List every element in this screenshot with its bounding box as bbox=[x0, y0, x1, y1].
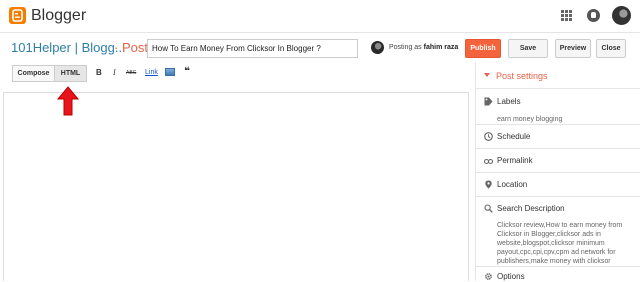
options-title: Options bbox=[497, 272, 525, 281]
permalink-title: Permalink bbox=[497, 156, 533, 165]
preview-button[interactable]: Preview bbox=[555, 39, 591, 58]
caret-down-icon bbox=[484, 73, 490, 77]
top-bar: Blogger bbox=[0, 0, 640, 33]
schedule-section[interactable]: Schedule bbox=[476, 124, 640, 148]
insert-image-icon[interactable] bbox=[165, 68, 175, 76]
quote-button[interactable]: ❝ bbox=[184, 66, 190, 77]
location-title: Location bbox=[497, 180, 528, 189]
labels-value: earn money blogging bbox=[497, 116, 563, 123]
posting-as-label: Posting as bbox=[389, 44, 422, 51]
red-arrow-icon bbox=[57, 86, 79, 116]
labels-title: Labels bbox=[497, 97, 521, 106]
post-settings-panel: Post settings Labels earn money blogging… bbox=[475, 62, 640, 281]
blog-name-link[interactable]: 101Helper | Blogg... bbox=[11, 40, 126, 55]
compose-mode-button[interactable]: Compose bbox=[12, 65, 55, 82]
posting-as-text: Posting as fahim raza bbox=[389, 44, 458, 51]
html-mode-button[interactable]: HTML bbox=[55, 65, 87, 82]
label-tag-icon bbox=[484, 97, 493, 106]
search-icon bbox=[484, 204, 493, 213]
link-chain-icon bbox=[484, 158, 493, 165]
blogger-logo-icon[interactable] bbox=[9, 7, 26, 24]
post-type-label: · Post bbox=[114, 40, 148, 55]
account-avatar[interactable] bbox=[612, 6, 631, 25]
search-description-value: Clicksor review,How to earn money from C… bbox=[497, 222, 623, 265]
author-name: fahim raza bbox=[423, 44, 459, 51]
clock-icon bbox=[484, 132, 493, 141]
search-description-title: Search Description bbox=[497, 204, 565, 213]
labels-section[interactable]: Labels earn money blogging bbox=[476, 88, 640, 126]
post-settings-header[interactable]: Post settings bbox=[484, 71, 548, 81]
link-button[interactable]: Link bbox=[145, 69, 158, 76]
bold-button[interactable]: B bbox=[96, 68, 102, 77]
italic-button[interactable]: I bbox=[113, 68, 116, 77]
post-title-input[interactable] bbox=[147, 39, 358, 58]
editor-mode-switch: Compose HTML bbox=[12, 65, 87, 82]
author-avatar bbox=[371, 41, 384, 54]
apps-grid-icon[interactable] bbox=[561, 10, 572, 21]
save-button[interactable]: Save bbox=[508, 39, 548, 58]
schedule-title: Schedule bbox=[497, 132, 531, 141]
search-description-section[interactable]: Search Description Clicksor review,How t… bbox=[476, 196, 640, 266]
strikethrough-button[interactable]: ABC bbox=[126, 70, 136, 76]
location-pin-icon bbox=[485, 180, 492, 189]
html-editor-textarea[interactable] bbox=[3, 92, 469, 281]
brand-name[interactable]: Blogger bbox=[31, 7, 86, 25]
location-section[interactable]: Location bbox=[476, 172, 640, 196]
notifications-icon[interactable] bbox=[587, 9, 600, 22]
permalink-section[interactable]: Permalink bbox=[476, 148, 640, 172]
gear-icon bbox=[485, 273, 492, 280]
post-settings-title: Post settings bbox=[496, 71, 548, 81]
close-button[interactable]: Close bbox=[596, 39, 626, 58]
publish-button[interactable]: Publish bbox=[465, 39, 501, 58]
options-section[interactable]: Options bbox=[476, 266, 640, 282]
